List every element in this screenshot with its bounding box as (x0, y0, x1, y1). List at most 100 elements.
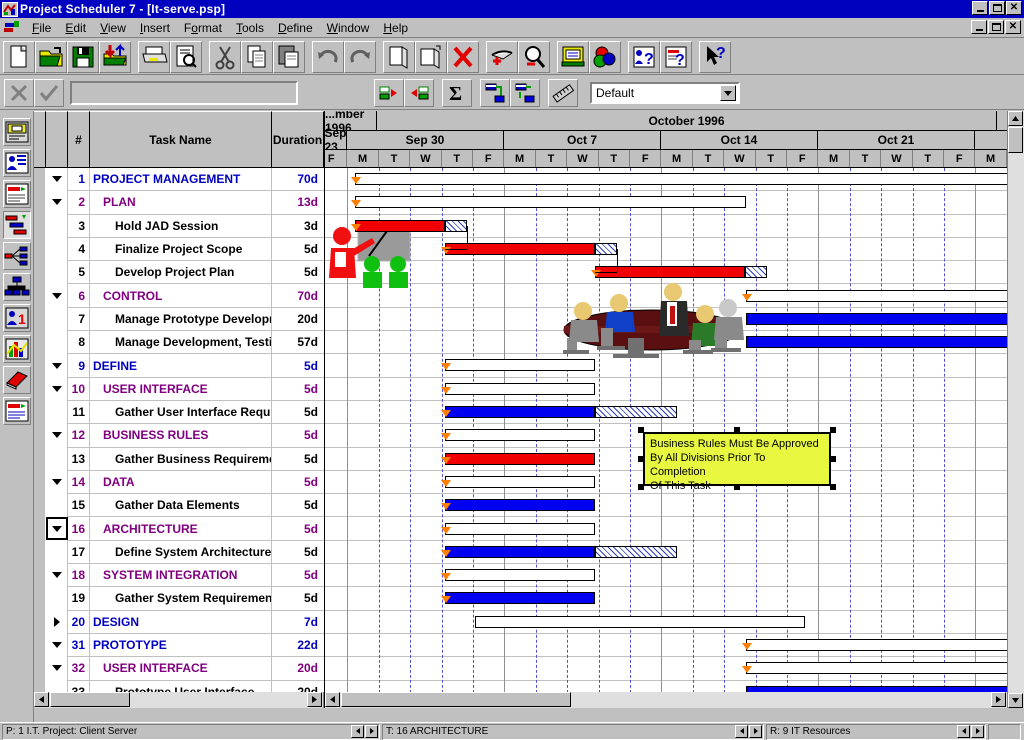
gantt-bar-normal[interactable] (445, 406, 595, 418)
gantt-bar-normal[interactable] (445, 499, 595, 512)
gantt-bar-summary[interactable] (445, 522, 595, 535)
table-row[interactable]: 5 Develop Project Plan 5d (34, 260, 324, 285)
sidebar-item-wbs-tree[interactable] (2, 273, 31, 301)
presenter-clipart[interactable] (325, 225, 425, 288)
sidebar-item-task-sheet[interactable] (2, 180, 31, 208)
gantt-bar-critical[interactable] (355, 219, 445, 232)
sidebar-item-reports-chart[interactable] (2, 335, 31, 363)
row-task-name[interactable]: CONTROL (90, 283, 272, 308)
save-disk-icon[interactable] (67, 40, 99, 73)
table-row[interactable]: 15 Gather Data Elements 5d (34, 493, 324, 518)
row-duration[interactable]: 3d (272, 214, 324, 237)
paste-icon[interactable] (273, 40, 305, 73)
table-row[interactable]: 18 SYSTEM INTEGRATION 5d (34, 563, 324, 588)
gantt-bar-normal[interactable] (746, 312, 1007, 325)
menu-help[interactable]: Help (376, 19, 415, 37)
import-export-icon[interactable] (99, 40, 131, 73)
gantt-bar-summary[interactable] (475, 615, 805, 628)
gantt-bar-normal[interactable] (746, 336, 1007, 349)
row-duration[interactable]: 5d (272, 447, 324, 470)
accept-check-icon[interactable] (34, 78, 64, 107)
table-row[interactable]: 20 DESIGN 7d (34, 610, 324, 634)
table-row[interactable]: 7 Manage Prototype Developm 20d (34, 307, 324, 332)
mdi-restore-button[interactable] (988, 20, 1004, 34)
indent-icon[interactable] (404, 78, 434, 107)
row-task-name[interactable]: PLAN (90, 190, 272, 215)
row-task-name[interactable]: PROTOTYPE (90, 633, 272, 657)
presentation-icon[interactable] (557, 40, 589, 73)
row-duration[interactable]: 5d (272, 354, 324, 377)
gantt-chart-area[interactable]: ...mber 1996 October 1996 Sep 23 Sep 30 Oct… (324, 111, 1007, 708)
row-duration[interactable]: 57d (272, 331, 324, 354)
gantt-slack-bar[interactable] (595, 545, 677, 558)
cancel-x-icon[interactable] (4, 78, 34, 107)
gantt-slack-bar[interactable] (595, 406, 677, 418)
menu-insert[interactable]: Insert (133, 19, 177, 37)
delete-task-icon[interactable] (447, 40, 479, 73)
row-task-name[interactable]: PROJECT MANAGEMENT (90, 168, 272, 191)
table-row[interactable]: 11 Gather User Interface Requi 5d (34, 400, 324, 425)
row-expander[interactable] (46, 470, 68, 494)
row-duration[interactable]: 70d (272, 284, 324, 307)
gantt-bar-summary[interactable] (355, 173, 1007, 185)
gantt-bar-normal[interactable] (445, 545, 595, 558)
table-row[interactable]: 3 Hold JAD Session 3d (34, 214, 324, 238)
row-duration[interactable]: 22d (272, 633, 324, 656)
status-resource-prev[interactable] (957, 724, 970, 738)
insert-task-icon[interactable] (383, 40, 415, 73)
zoom-out-icon[interactable] (518, 40, 550, 73)
objects-icon[interactable] (589, 40, 621, 73)
table-row[interactable]: 6 CONTROL 70d (34, 283, 324, 308)
table-row[interactable]: 16 ARCHITECTURE 5d (34, 516, 324, 541)
row-duration[interactable]: 7d (272, 610, 324, 633)
status-project-next[interactable] (365, 724, 378, 738)
gantt-bar-summary[interactable] (355, 196, 746, 209)
status-task-next[interactable] (749, 724, 762, 738)
sidebar-item-pert-network[interactable] (2, 242, 31, 270)
gantt-bar-summary[interactable] (746, 289, 1007, 302)
print-icon[interactable] (138, 40, 170, 73)
gantt-bar-summary[interactable] (746, 662, 1007, 675)
row-task-name[interactable]: Gather System Requiremen (90, 586, 272, 611)
menu-view[interactable]: View (93, 19, 133, 37)
vertical-scroll-thumb[interactable] (1008, 127, 1023, 153)
gantt-bar-summary[interactable] (746, 639, 1007, 651)
gantt-bar-summary[interactable] (445, 569, 595, 582)
row-task-name[interactable]: DESIGN (90, 610, 272, 634)
gantt-horizontal-scrollbar[interactable] (325, 692, 1007, 708)
gantt-slack-bar[interactable] (445, 219, 467, 232)
table-row[interactable]: 9 DEFINE 5d (34, 353, 324, 378)
gantt-bar-summary[interactable] (445, 382, 595, 395)
menu-file[interactable]: File (25, 19, 58, 37)
scroll-left-button-grid[interactable] (34, 692, 49, 707)
gantt-scroll-thumb[interactable] (341, 692, 571, 707)
row-duration[interactable]: 5d (272, 564, 324, 587)
table-row[interactable]: 4 Finalize Project Scope 5d (34, 237, 324, 262)
table-row[interactable]: 1 PROJECT MANAGEMENT 70d (34, 168, 324, 192)
note-handle-mr[interactable] (830, 456, 836, 462)
sidebar-item-library[interactable] (2, 366, 31, 394)
vertical-scrollbar[interactable] (1007, 111, 1024, 708)
status-resource-next[interactable] (971, 724, 984, 738)
status-resource[interactable]: R: 9 IT Resources (766, 723, 986, 740)
row-duration[interactable]: 5d (272, 377, 324, 400)
menu-define[interactable]: Define (271, 19, 320, 37)
gantt-bar-summary[interactable] (445, 429, 595, 442)
row-expander[interactable] (46, 516, 68, 541)
row-expander[interactable] (46, 353, 68, 378)
note-handle-bm[interactable] (734, 484, 740, 490)
row-task-name[interactable]: Manage Development, Testi (90, 330, 272, 354)
gantt-slack-bar[interactable] (595, 242, 617, 255)
sticky-note[interactable]: Business Rules Must Be Approved By All D… (643, 432, 831, 492)
restore-button[interactable] (989, 1, 1005, 15)
gantt-bar-critical[interactable] (445, 452, 595, 465)
row-expander[interactable] (46, 190, 68, 215)
row-duration[interactable]: 5d (272, 517, 324, 540)
unlink-tasks-icon[interactable] (510, 78, 540, 107)
status-resource-spinner[interactable] (957, 724, 984, 738)
copy-icon[interactable] (241, 40, 273, 73)
row-task-name[interactable]: Hold JAD Session (90, 214, 272, 238)
note-handle-bl[interactable] (638, 484, 644, 490)
mdi-minimize-button[interactable] (971, 20, 987, 34)
row-duration[interactable]: 5d (272, 587, 324, 610)
